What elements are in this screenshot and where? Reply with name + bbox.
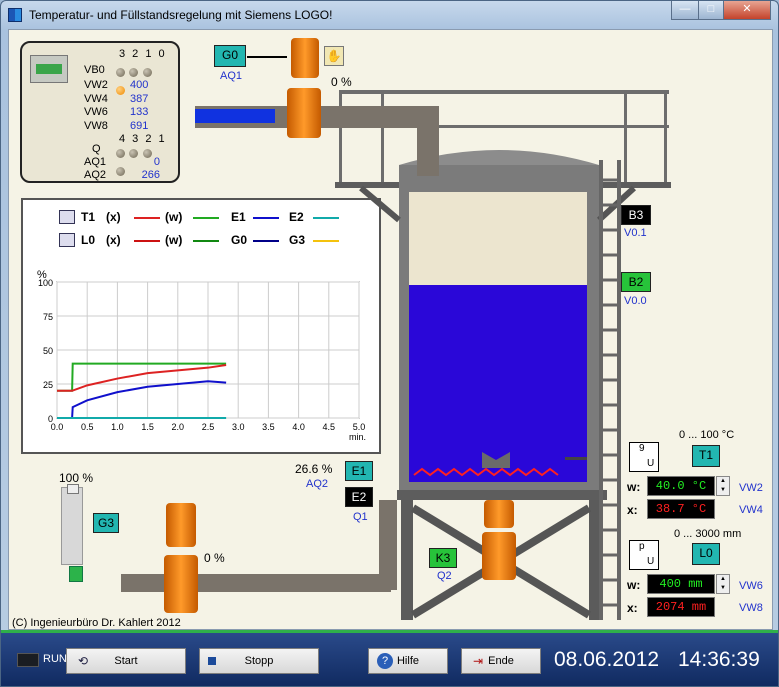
start-label: Start — [114, 655, 138, 667]
level-converter-icon: p U — [629, 540, 659, 570]
hand-mode-icon[interactable]: ✋ — [324, 46, 344, 66]
pump-bottom-percent: 0 % — [204, 551, 225, 565]
slider-toggle-icon[interactable] — [69, 566, 83, 582]
app-icon — [8, 8, 22, 22]
b2-sensor[interactable]: B2 — [621, 272, 651, 292]
tank-structure — [121, 90, 671, 620]
maximize-button[interactable]: □ — [698, 1, 724, 20]
run-label: RUN — [43, 653, 67, 665]
aq2-label: AQ2 — [306, 478, 329, 490]
vw8-label: VW8 — [739, 602, 763, 614]
temp-setpoint[interactable]: 40.0 °C — [647, 476, 715, 496]
g3-slider[interactable] — [61, 487, 83, 565]
t1-tag[interactable]: T1 — [692, 445, 720, 467]
start-button[interactable]: ⟲ Start — [66, 648, 186, 674]
exit-icon: ⇥ — [472, 654, 484, 668]
temp-spinner[interactable]: ▲ ▼ — [716, 476, 730, 496]
g0-output[interactable]: G0 — [214, 45, 246, 67]
temp-converter-icon: 9 U — [629, 442, 659, 472]
g3-output[interactable]: G3 — [93, 513, 119, 533]
start-icon: ⟲ — [77, 654, 89, 668]
aq1-label: AQ1 — [220, 70, 243, 82]
status-bar: RUN ⟲ Start Stopp ? Hilfe ⇥ Ende 08.06.2… — [1, 630, 778, 686]
v00-label: V0.0 — [624, 295, 647, 307]
w-label: w: — [627, 480, 641, 494]
q1-label: Q1 — [353, 511, 368, 523]
level-range: 0 ... 3000 mm — [674, 528, 742, 540]
slider-percent: 100 % — [59, 471, 94, 485]
e2-output[interactable]: E2 — [345, 487, 373, 507]
date-display: 08.06.2012 — [554, 648, 660, 671]
close-button[interactable]: ✕ — [723, 1, 771, 20]
k3-output[interactable]: K3 — [429, 548, 457, 568]
pump-bottom-icon[interactable] — [164, 503, 198, 613]
level-setpoint[interactable]: 400 mm — [647, 574, 715, 594]
e-percent: 26.6 % — [295, 462, 333, 476]
w-label: w: — [627, 578, 641, 592]
v01-label: V0.1 — [624, 227, 647, 239]
level-actual: 2074 mm — [647, 597, 715, 617]
converter-input: 9 — [639, 443, 645, 454]
window-title: Temperatur- und Füllstandsregelung mit S… — [29, 8, 333, 22]
temp-actual: 38.7 °C — [647, 499, 715, 519]
pump-top-icon[interactable] — [287, 38, 321, 138]
run-led-icon — [17, 653, 39, 667]
arrow-icon — [247, 56, 287, 58]
copyright: (C) Ingenieurbüro Dr. Kahlert 2012 — [12, 617, 181, 629]
end-button[interactable]: ⇥ Ende — [461, 648, 541, 674]
vw2-label: VW2 — [739, 482, 763, 494]
app-window: Temperatur- und Füllstandsregelung mit S… — [0, 0, 779, 687]
help-icon: ? — [377, 653, 393, 669]
vw4-label: VW4 — [739, 504, 763, 516]
slider-handle[interactable] — [67, 484, 79, 494]
pump-tank-icon[interactable] — [482, 500, 516, 580]
l0-tag[interactable]: L0 — [692, 543, 720, 565]
temp-range: 0 ... 100 °C — [679, 429, 735, 441]
e1-output[interactable]: E1 — [345, 461, 373, 481]
title-bar: Temperatur- und Füllstandsregelung mit S… — [1, 1, 778, 29]
q2-label: Q2 — [437, 570, 452, 582]
pump-top-percent: 0 % — [331, 75, 352, 89]
x-label: x: — [627, 503, 638, 517]
x-label: x: — [627, 601, 638, 615]
converter-output: U — [647, 556, 655, 567]
converter-output: U — [647, 458, 655, 469]
level-spinner[interactable]: ▲ ▼ — [716, 574, 730, 594]
stop-icon — [208, 657, 216, 665]
help-label: Hilfe — [396, 655, 419, 667]
help-button[interactable]: ? Hilfe — [368, 648, 448, 674]
stop-label: Stopp — [244, 655, 274, 667]
time-display: 14:36:39 — [678, 648, 760, 671]
vw6-label: VW6 — [739, 580, 763, 592]
scada-canvas: 3 2 1 0 VB0 VW2 VW4 VW6 VW8 400 387 133 … — [8, 29, 773, 630]
minimize-button[interactable]: — — [671, 1, 699, 20]
end-label: Ende — [488, 655, 514, 667]
converter-input: p — [639, 541, 645, 552]
b3-sensor[interactable]: B3 — [621, 205, 651, 225]
stop-button[interactable]: Stopp — [199, 648, 319, 674]
